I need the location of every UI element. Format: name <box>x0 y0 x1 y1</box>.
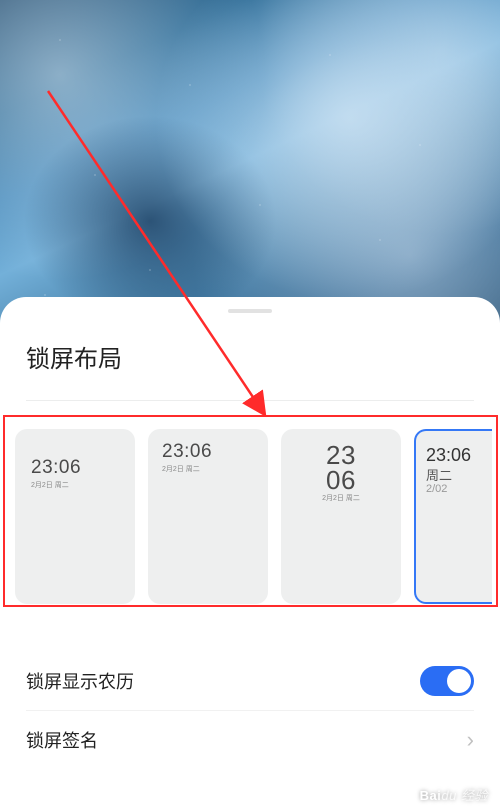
lockscreen-layout-picker: 23:06 2月2日 周二 23:06 2月2日 周二 23 06 2月2日 周… <box>0 429 500 604</box>
divider <box>26 400 474 401</box>
bottom-sheet-panel: 锁屏布局 23:06 2月2日 周二 23:06 2月2日 周二 23 06 2… <box>0 297 500 812</box>
layout-date: 2/02 <box>426 483 471 495</box>
layout-day: 周二 <box>426 465 471 484</box>
layout-time: 23 06 <box>281 443 401 492</box>
drag-handle[interactable] <box>228 309 272 313</box>
layout-option-4-selected[interactable]: 23:06 周二 2/02 <box>414 429 492 604</box>
layout-time: 23:06 <box>162 441 212 463</box>
setting-label: 锁屏签名 <box>26 727 98 753</box>
layout-option-1[interactable]: 23:06 2月2日 周二 <box>15 429 135 604</box>
layout-date: 2月2日 周二 <box>162 464 212 474</box>
layout-time: 23:06 <box>426 445 471 466</box>
layout-option-3[interactable]: 23 06 2月2日 周二 <box>281 429 401 604</box>
layout-date: 2月2日 周二 <box>281 493 401 503</box>
toggle-on[interactable] <box>420 666 474 696</box>
layout-option-2[interactable]: 23:06 2月2日 周二 <box>148 429 268 604</box>
setting-lock-signature[interactable]: 锁屏签名 › <box>0 711 500 769</box>
setting-lunar-calendar[interactable]: 锁屏显示农历 <box>0 652 500 710</box>
chevron-right-icon: › <box>467 727 474 753</box>
layout-date: 2月2日 周二 <box>31 480 81 490</box>
layout-time: 23:06 <box>31 457 81 479</box>
wallpaper-image <box>0 0 500 340</box>
panel-title: 锁屏布局 <box>0 339 500 374</box>
setting-label: 锁屏显示农历 <box>26 668 134 694</box>
